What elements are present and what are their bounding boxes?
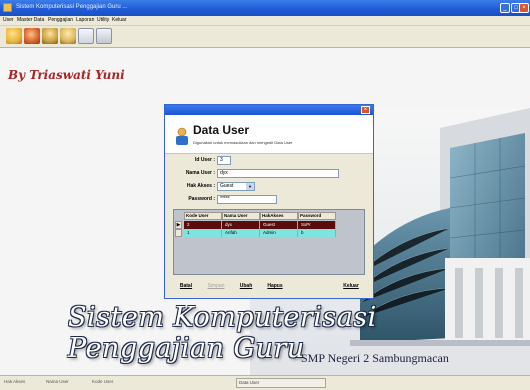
simpan-button[interactable]: Simpan: [203, 280, 229, 292]
app-title-bar: Sistem Komputerisasi Penggajian Guru ...…: [0, 0, 530, 16]
menu-laporan[interactable]: Laporan: [76, 17, 94, 23]
password-field[interactable]: *****: [217, 195, 277, 204]
column-header-hak-akses[interactable]: HakAkses: [260, 212, 298, 220]
table-row[interactable]: 1 Arifah Admin b: [174, 229, 344, 237]
id-user-field[interactable]: 3: [217, 156, 231, 165]
dialog-subtitle: Digunakan untuk memasukkan dan mengedit …: [193, 140, 293, 145]
password-label: Password :: [188, 196, 215, 202]
status-item: Nama User: [46, 379, 69, 384]
users-icon[interactable]: [6, 28, 22, 44]
table-cell: Guest: [260, 221, 298, 229]
user-table: Kode User Nama User HakAkses Password ▶ …: [173, 209, 365, 275]
column-header-nama-user[interactable]: Nama User: [222, 212, 260, 220]
data-user-dialog: × Data User Digunakan untuk memasukkan d…: [164, 104, 374, 299]
table-cell: SxPr: [298, 221, 336, 229]
keluar-button[interactable]: Keluar: [339, 280, 363, 292]
hak-akses-label: Hak Akses :: [186, 183, 215, 189]
teacher-alt-icon[interactable]: [60, 28, 76, 44]
column-header-password[interactable]: Password: [298, 212, 336, 220]
dialog-title-bar: ×: [165, 105, 373, 115]
dialog-heading: Data User: [193, 123, 250, 137]
taskbar-button[interactable]: Data User: [236, 378, 326, 388]
nama-user-field[interactable]: dyx: [217, 169, 339, 178]
table-cell: b: [298, 229, 336, 237]
menu-bar: User Master Data Penggajian Laporan Util…: [0, 16, 530, 26]
menu-master-data[interactable]: Master Data: [17, 17, 44, 23]
menu-keluar[interactable]: Keluar: [112, 17, 126, 23]
status-bar: Hak Akses Nama User Kode User Data User: [0, 375, 530, 390]
id-user-label: Id User :: [194, 157, 215, 163]
table-cell: Arifah: [222, 229, 260, 237]
author-signature: By Triaswati Yuni: [8, 68, 125, 82]
menu-penggajian[interactable]: Penggajian: [48, 17, 73, 23]
dialog-close-button[interactable]: ×: [361, 106, 370, 114]
table-cell: 2: [184, 221, 222, 229]
menu-user[interactable]: User: [3, 17, 14, 23]
app-title-banner: Sistem Komputerisasi Penggajian Guru: [68, 302, 377, 364]
batal-button[interactable]: Batal: [175, 280, 197, 292]
report-icon[interactable]: [96, 28, 112, 44]
minimize-button[interactable]: _: [500, 3, 510, 13]
teacher-icon[interactable]: [42, 28, 58, 44]
column-header-kode-user[interactable]: Kode User: [184, 212, 222, 220]
toolbar: [0, 26, 530, 48]
nama-user-label: Nama User :: [185, 170, 215, 176]
table-cell: 1: [184, 229, 222, 237]
status-item: Hak Akses: [4, 379, 26, 384]
hak-akses-select[interactable]: Guest ▼: [217, 182, 255, 191]
user-icon: [176, 127, 188, 145]
hapus-button[interactable]: Hapus: [263, 280, 287, 292]
app-icon: [3, 3, 12, 12]
document-icon[interactable]: [78, 28, 94, 44]
ubah-button[interactable]: Ubah: [235, 280, 257, 292]
school-name: SMP Negeri 2 Sambungmacan: [301, 351, 449, 365]
group-icon[interactable]: [24, 28, 40, 44]
window-title: Sistem Komputerisasi Penggajian Guru ...: [16, 4, 128, 10]
table-cell: Admin: [260, 229, 298, 237]
dialog-header: Data User Digunakan untuk memasukkan dan…: [165, 115, 373, 154]
chevron-down-icon[interactable]: ▼: [246, 183, 254, 190]
hak-akses-value: Guest: [220, 183, 234, 189]
menu-utility[interactable]: Utility: [97, 17, 109, 23]
table-cell: dyx: [222, 221, 260, 229]
close-button[interactable]: ×: [519, 3, 529, 13]
status-item: Kode User: [92, 379, 114, 384]
table-row[interactable]: 2 dyx Guest SxPr: [174, 221, 344, 229]
